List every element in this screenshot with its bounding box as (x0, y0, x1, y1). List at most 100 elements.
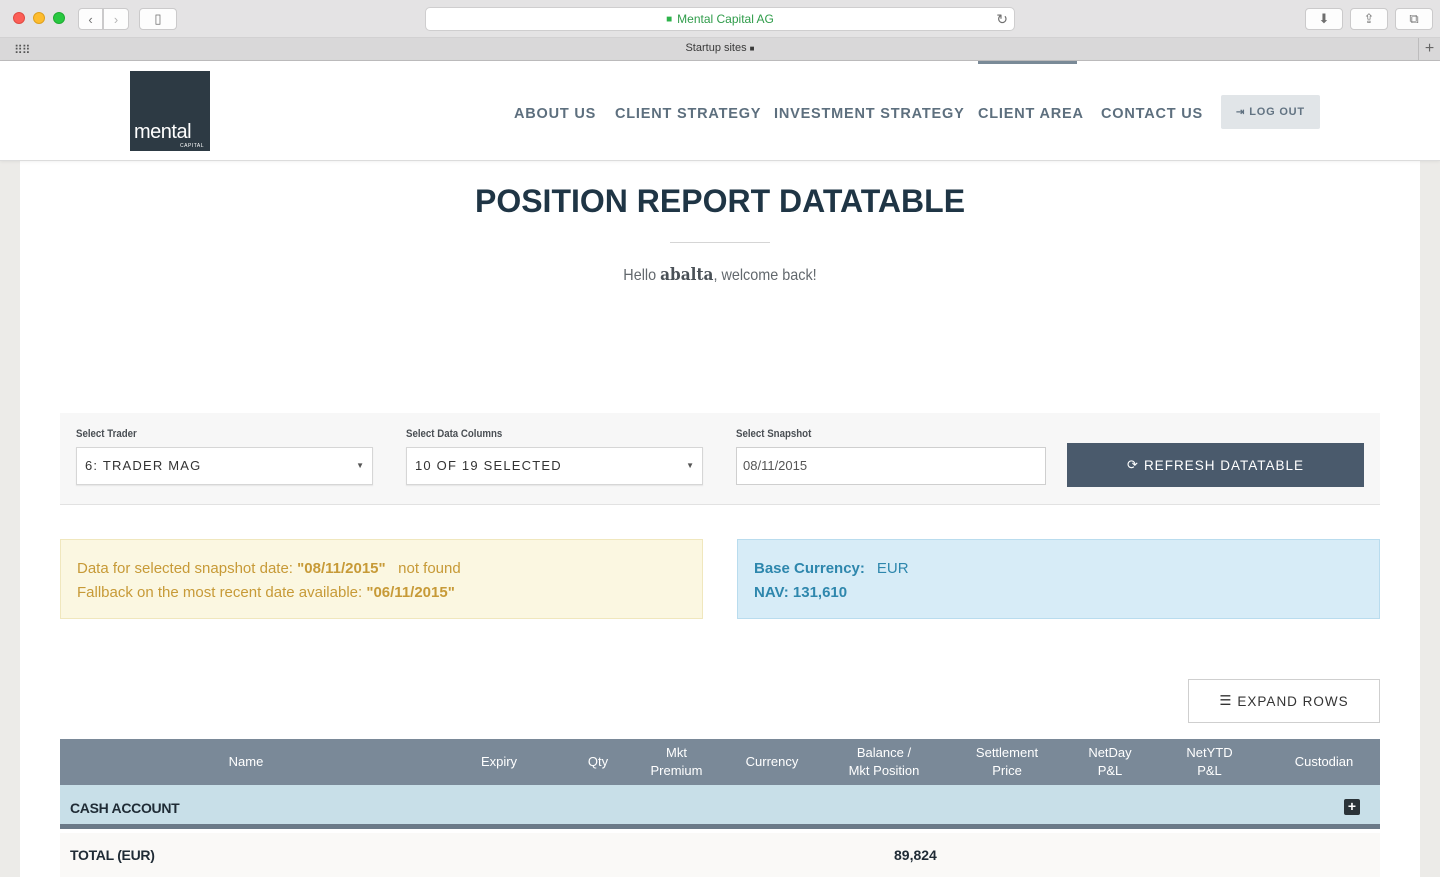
column-header-expiry[interactable]: Expiry (460, 739, 538, 785)
square-icon: ■ (749, 44, 755, 53)
fullscreen-window-button[interactable] (53, 12, 65, 24)
header-line: Price (992, 763, 1022, 778)
header-line: Custodian (1294, 754, 1354, 769)
reload-icon[interactable]: ↻ (996, 11, 1008, 28)
column-header-name[interactable]: Name (60, 739, 432, 785)
header-line: Qty (587, 754, 609, 769)
tab-bar: ⠿⠿ Startup sites ■ + (0, 38, 1440, 61)
header-line: Expiry (480, 754, 518, 769)
warning-date: "08/11/2015" (297, 560, 386, 577)
caret-down-icon: ▼ (686, 461, 694, 470)
table-row-total: TOTAL (EUR) 89,824 (60, 833, 1380, 877)
expand-rows-button[interactable]: ☰ EXPAND ROWS (1188, 679, 1380, 723)
column-header-netday-pl[interactable]: NetDay P&L (1074, 739, 1146, 785)
warning-text: Data for selected snapshot date: (77, 560, 293, 577)
nav-investment-strategy[interactable]: INVESTMENT STRATEGY (774, 106, 965, 122)
address-bar[interactable]: ■ Mental Capital AG ↻ (425, 7, 1015, 31)
back-button[interactable]: ‹ (78, 8, 103, 30)
group-label: CASH ACCOUNT (70, 800, 180, 816)
tabs-icon: ⧉ (1409, 11, 1419, 26)
column-header-netytd-pl[interactable]: NetYTD P&L (1172, 739, 1247, 785)
caret-down-icon: ▼ (356, 461, 364, 470)
logout-label: LOG OUT (1249, 106, 1305, 118)
header-line: Settlement (975, 745, 1039, 760)
header-line: Name (228, 754, 264, 769)
column-header-mkt-premium[interactable]: Mkt Premium (638, 739, 715, 785)
columns-select[interactable]: 10 OF 19 SELECTED ▼ (406, 447, 703, 485)
nav-client-strategy[interactable]: CLIENT STRATEGY (615, 106, 761, 122)
header-line: Currency (745, 754, 799, 769)
snapshot-warning-alert: Data for selected snapshot date: "08/11/… (60, 539, 703, 619)
nav-line: NAV: 131,610 (754, 581, 1379, 605)
header-line: Mkt (666, 745, 687, 760)
share-icon: ⇪ (1363, 11, 1375, 26)
trader-select-value: 6: TRADER MAG (85, 458, 202, 473)
snapshot-date-value: 08/11/2015 (743, 458, 808, 473)
warning-line-1: Data for selected snapshot date: "08/11/… (77, 557, 702, 581)
welcome-message: Hello abalta, welcome back! (72, 265, 1368, 285)
sidebar-icon: ▯ (154, 11, 162, 26)
new-tab-button[interactable]: + (1418, 38, 1440, 60)
header-line: P&L (1197, 763, 1222, 778)
warning-line-2: Fallback on the most recent date availab… (77, 581, 702, 605)
forward-button[interactable]: › (103, 8, 129, 30)
tab-startup-sites[interactable]: Startup sites ■ (0, 42, 1440, 54)
total-balance-value: 89,824 (894, 847, 937, 863)
trader-label: Select Trader (76, 428, 137, 440)
base-currency-line: Base Currency: EUR (754, 557, 1379, 581)
welcome-prefix: Hello (623, 267, 657, 284)
refresh-label: REFRESH DATATABLE (1143, 457, 1304, 473)
column-header-balance[interactable]: Balance / Mkt Position (834, 739, 934, 785)
chevron-left-icon: ‹ (88, 11, 93, 27)
nav-client-area[interactable]: CLIENT AREA (978, 106, 1084, 122)
column-header-custodian[interactable]: Custodian (1282, 739, 1366, 785)
header-line: P&L (1097, 763, 1123, 778)
sidebar-toggle-button[interactable]: ▯ (139, 8, 177, 30)
minimize-window-button[interactable] (33, 12, 45, 24)
column-header-settlement-price[interactable]: Settlement Price (964, 739, 1050, 785)
nav-contact-us[interactable]: CONTACT US (1101, 106, 1203, 122)
snapshot-label: Select Snapshot (736, 428, 812, 440)
expand-plus-icon[interactable]: + (1344, 799, 1360, 815)
share-button[interactable]: ⇪ (1350, 8, 1388, 30)
nav-about-us[interactable]: ABOUT US (514, 106, 596, 122)
logo[interactable]: mental CAPITAL (130, 71, 210, 151)
column-header-qty[interactable]: Qty (568, 739, 628, 785)
header-line: Premium (650, 763, 703, 778)
refresh-datatable-button[interactable]: ⟳ REFRESH DATATABLE (1067, 443, 1364, 487)
active-nav-indicator (978, 61, 1077, 64)
logo-word: mental (134, 121, 192, 143)
logo-small-text: CAPITAL (180, 143, 204, 149)
logout-icon: ⇥ (1236, 106, 1246, 118)
welcome-suffix: , welcome back! (713, 267, 817, 284)
page-title: POSITION REPORT DATATABLE (474, 183, 966, 219)
address-text: Mental Capital AG (677, 12, 774, 26)
refresh-icon: ⟳ (1127, 457, 1139, 472)
base-currency-label: Base Currency: (754, 560, 865, 577)
username: abalta (660, 265, 714, 285)
fallback-date: "06/11/2015" (366, 584, 455, 601)
logout-button[interactable]: ⇥ LOG OUT (1221, 95, 1320, 129)
nav-value: NAV: 131,610 (754, 584, 848, 601)
snapshot-date-input[interactable]: 08/11/2015 (736, 447, 1046, 485)
list-icon: ☰ (1219, 693, 1233, 708)
column-header-currency[interactable]: Currency (732, 739, 812, 785)
base-currency-value: EUR (876, 560, 909, 577)
lock-icon: ■ (666, 13, 673, 25)
site-header: mental CAPITAL ABOUT US CLIENT STRATEGY … (0, 61, 1440, 161)
downloads-button[interactable]: ⬇ (1305, 8, 1343, 30)
tab-title: Startup sites (685, 42, 747, 54)
total-label: TOTAL (EUR) (70, 847, 155, 863)
header-line: NetDay (1088, 745, 1132, 760)
browser-toolbar: ‹ › ▯ ■ Mental Capital AG ↻ ⬇ ⇪ ⧉ (0, 0, 1440, 38)
tabs-overview-button[interactable]: ⧉ (1395, 8, 1433, 30)
header-line: NetYTD (1186, 745, 1233, 760)
table-header: Name Expiry Qty Mkt Premium Currency Bala… (60, 739, 1380, 785)
table-row-cash-account[interactable]: CASH ACCOUNT + (60, 785, 1380, 829)
title-divider (670, 242, 770, 243)
trader-select[interactable]: 6: TRADER MAG ▼ (76, 447, 373, 485)
close-window-button[interactable] (13, 12, 25, 24)
columns-select-value: 10 OF 19 SELECTED (415, 458, 562, 473)
portfolio-info-alert: Base Currency: EUR NAV: 131,610 (737, 539, 1380, 619)
warning-text: not found (398, 560, 461, 577)
